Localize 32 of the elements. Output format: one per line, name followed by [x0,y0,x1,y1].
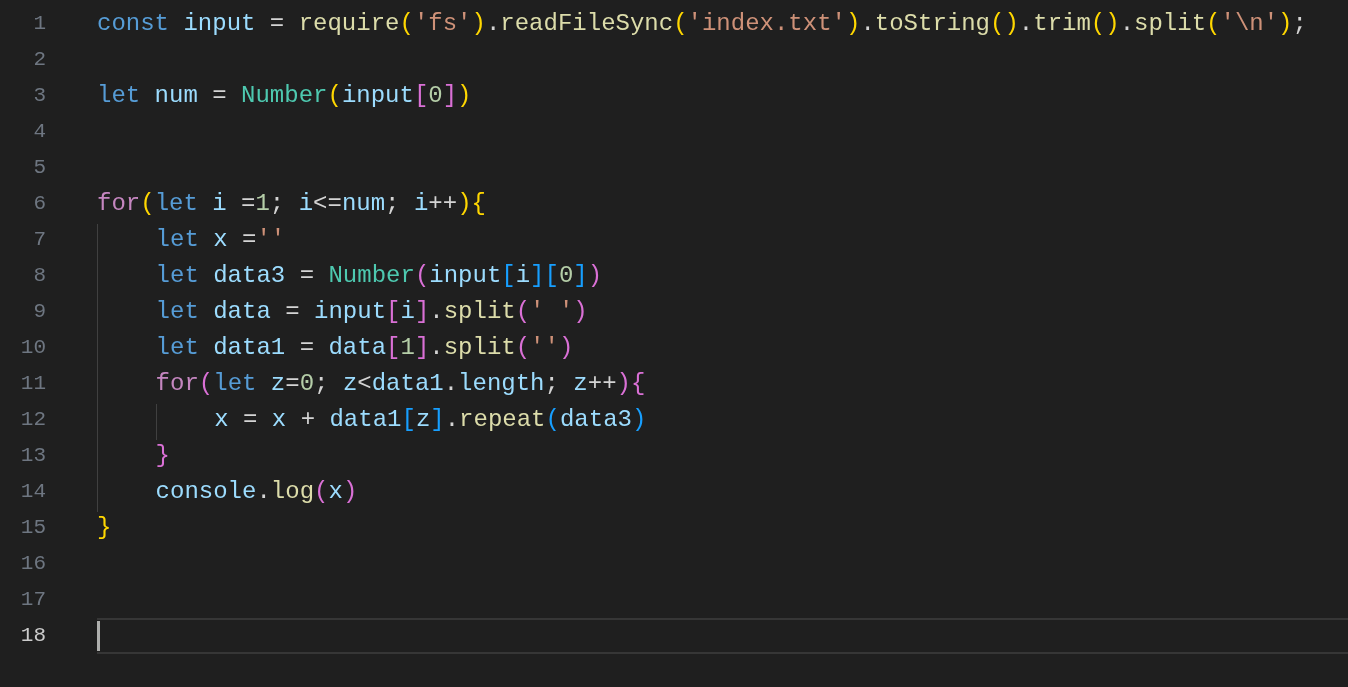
code-line[interactable]: let data = input[i].split(' ') [97,294,1348,330]
line-number: 11 [19,371,46,397]
code-line[interactable]: let data3 = Number(input[i][0]) [97,258,1348,294]
line-number: 12 [19,407,46,433]
line-number: 17 [19,587,46,613]
line-number: 7 [32,227,46,253]
code-line[interactable]: x = x + data1[z].repeat(data3) [97,402,1348,438]
line-number: 13 [19,443,46,469]
line-number: 4 [32,119,46,145]
code-line[interactable]: } [97,510,1348,546]
code-line[interactable]: let data1 = data[1].split('') [97,330,1348,366]
line-number: 3 [32,83,46,109]
line-number: 1 [32,11,46,37]
line-number: 15 [19,515,46,541]
line-number: 16 [19,551,46,577]
line-number: 14 [19,479,46,505]
code-line[interactable]: let num = Number(input[0]) [97,78,1348,114]
line-number: 18 [19,623,46,649]
code-line[interactable]: const input = require('fs').readFileSync('index.txt').toString().trim().split('\n'); [97,6,1348,42]
current-line[interactable] [97,618,1348,654]
code-line[interactable]: } [97,438,1348,474]
code-line[interactable]: for(let z=0; z<data1.length; z++){ [97,366,1348,402]
line-number: 5 [32,155,46,181]
code-line[interactable]: for(let i =1; i<=num; i++){ [97,186,1348,222]
line-number: 10 [19,335,46,361]
code-line[interactable]: let x ='' [97,222,1348,258]
line-number: 6 [32,191,46,217]
text-cursor [97,620,100,651]
line-number: 2 [32,47,46,73]
code-line[interactable]: console.log(x) [97,474,1348,510]
line-number: 9 [32,299,46,325]
line-number: 8 [32,263,46,289]
